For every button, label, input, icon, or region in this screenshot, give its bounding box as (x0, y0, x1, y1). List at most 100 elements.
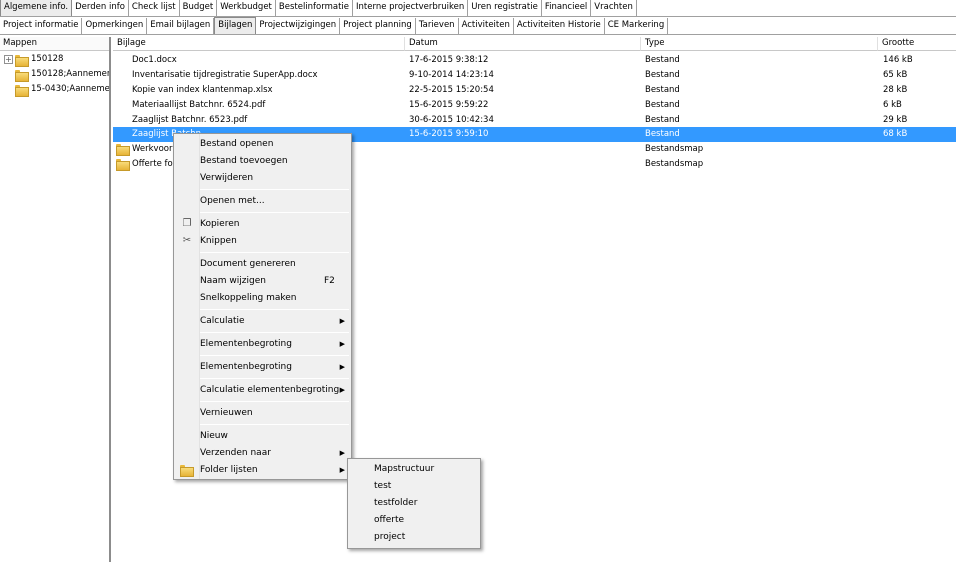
menu-item-openen-met[interactable]: Openen met... (176, 193, 349, 210)
tree-item[interactable]: 150128;Aannemersb (15, 68, 111, 82)
file-type: Bestand (645, 129, 680, 139)
tab-interne-projectverbruiken[interactable]: Interne projectverbruiken (353, 0, 469, 16)
menu-item-folder-lijsten[interactable]: Folder lijsten ▶ (176, 462, 349, 479)
menu-item-calculatie-elementenbegroting[interactable]: Calculatie elementenbegroting ▶ (176, 382, 349, 399)
submenu-arrow-icon: ▶ (339, 340, 345, 348)
folder-icon (15, 54, 29, 67)
tab-uren-registratie[interactable]: Uren registratie (468, 0, 542, 16)
file-type: Bestand (645, 55, 680, 65)
menu-item-calculatie[interactable]: Calculatie ▶ (176, 313, 349, 330)
file-size: 6 kB (883, 100, 902, 110)
menu-item-vernieuwen[interactable]: Vernieuwen (176, 405, 349, 422)
menu-item-verzenden-naar[interactable]: Verzenden naar ▶ (176, 445, 349, 462)
table-row[interactable]: Kopie van index klantenmap.xlsx 22-5-201… (113, 83, 956, 98)
file-date: 15-6-2015 9:59:10 (409, 129, 489, 139)
table-row[interactable]: Materiaallijst Batchnr. 6524.pdf 15-6-20… (113, 98, 956, 113)
menu-item-knippen[interactable]: ✂ Knippen (176, 233, 349, 250)
file-type: Bestand (645, 115, 680, 125)
menu-item-nieuw[interactable]: Nieuw (176, 428, 349, 445)
file-name: Materiaallijst Batchnr. 6524.pdf (132, 100, 266, 110)
file-date: 22-5-2015 15:20:54 (409, 85, 494, 95)
tab-activiteiten-historie[interactable]: Activiteiten Historie (514, 18, 605, 34)
file-type: Bestand (645, 70, 680, 80)
tab-bijlagen[interactable]: Bijlagen (214, 17, 257, 34)
scissors-icon: ✂ (182, 235, 192, 246)
menu-item-elementenbegroting-2[interactable]: Elementenbegroting ▶ (176, 359, 349, 376)
tab-ce-markering[interactable]: CE Markering (605, 18, 669, 34)
file-size: 68 kB (883, 129, 908, 139)
file-name: Inventarisatie tijdregistratie SuperApp.… (132, 70, 318, 80)
tab-derden-info[interactable]: Derden info (72, 0, 129, 16)
folder-lists-submenu: Mapstructuur test testfolder offerte pro… (347, 458, 481, 549)
tab-project-planning[interactable]: Project planning (340, 18, 416, 34)
expand-icon[interactable]: + (4, 55, 13, 64)
tab-bestelinformatie[interactable]: Bestelinformatie (276, 0, 354, 16)
tree-item-label: 150128;Aannemersb (31, 69, 111, 79)
menu-separator (200, 189, 349, 190)
tab-projectwijzigingen[interactable]: Projectwijzigingen (256, 18, 341, 34)
menu-item-naam-wijzigen[interactable]: Naam wijzigen F2 (176, 273, 349, 290)
file-size: 29 kB (883, 115, 908, 125)
file-type: Bestand (645, 85, 680, 95)
tab-email-bijlagen[interactable]: Email bijlagen (147, 18, 215, 34)
table-row[interactable]: Zaaglijst Batchnr. 6523.pdf 30-6-2015 10… (113, 113, 956, 128)
menu-separator (200, 309, 349, 310)
tab-algemene-info[interactable]: Algemene info. (0, 0, 73, 16)
tab-vrachten[interactable]: Vrachten (591, 0, 637, 16)
file-date: 17-6-2015 9:38:12 (409, 55, 489, 65)
tab-werkbudget[interactable]: Werkbudget (217, 0, 276, 16)
copy-icon: ❐ (182, 218, 192, 229)
file-type: Bestand (645, 100, 680, 110)
menu-item-elementenbegroting[interactable]: Elementenbegroting ▶ (176, 336, 349, 353)
file-size: 28 kB (883, 85, 908, 95)
submenu-arrow-icon: ▶ (339, 317, 345, 325)
tab-project-informatie[interactable]: Project informatie (0, 18, 83, 34)
folder-icon (15, 84, 29, 97)
file-name: Offerte fol (132, 159, 176, 169)
table-row[interactable]: Doc1.docx 17-6-2015 9:38:12 Bestand 146 … (113, 53, 956, 68)
menu-item-kopieren[interactable]: ❐ Kopieren (176, 216, 349, 233)
folder-icon (116, 144, 130, 156)
menu-separator (200, 212, 349, 213)
column-header-type[interactable]: Type (641, 37, 878, 51)
file-date: 9-10-2014 14:23:14 (409, 70, 494, 80)
tab-check-lijst[interactable]: Check lijst (129, 0, 180, 16)
submenu-item-project[interactable]: project (374, 529, 405, 546)
file-date: 30-6-2015 10:42:34 (409, 115, 494, 125)
submenu-item-offerte[interactable]: offerte (374, 512, 404, 529)
column-header-grootte[interactable]: Grootte (878, 37, 956, 51)
column-header-datum[interactable]: Datum (405, 37, 641, 51)
tab-financieel[interactable]: Financieel (542, 0, 592, 16)
tree-item-label: 15-0430;Aannemers (31, 84, 111, 94)
tab-opmerkingen[interactable]: Opmerkingen (82, 18, 148, 34)
menu-item-verwijderen[interactable]: Verwijderen (176, 170, 349, 187)
tab-budget[interactable]: Budget (180, 0, 218, 16)
menu-item-snelkoppeling-maken[interactable]: Snelkoppeling maken (176, 290, 349, 307)
tab-tarieven[interactable]: Tarieven (416, 18, 459, 34)
tree-item[interactable]: 15-0430;Aannemers (15, 83, 111, 97)
menu-separator (200, 332, 349, 333)
submenu-arrow-icon: ▶ (339, 363, 345, 371)
submenu-arrow-icon: ▶ (339, 466, 345, 474)
folder-icon (180, 465, 194, 477)
tree-item[interactable]: + 150128 (4, 53, 63, 67)
file-size: 65 kB (883, 70, 908, 80)
submenu-item-testfolder[interactable]: testfolder (374, 495, 417, 512)
menu-item-document-genereren[interactable]: Document genereren (176, 256, 349, 273)
file-name: Kopie van index klantenmap.xlsx (132, 85, 273, 95)
column-header-bijlage[interactable]: Bijlage (113, 37, 405, 51)
submenu-item-test[interactable]: test (374, 478, 391, 495)
tab-activiteiten[interactable]: Activiteiten (459, 18, 514, 34)
folder-icon (116, 159, 130, 171)
submenu-item-mapstructuur[interactable]: Mapstructuur (374, 461, 434, 478)
shortcut-label: F2 (324, 276, 335, 286)
file-name: Zaaglijst Batchnr. 6523.pdf (132, 115, 248, 125)
sub-tab-bar: Project informatie Opmerkingen Email bij… (0, 17, 956, 35)
folder-icon (15, 69, 29, 82)
table-row[interactable]: Inventarisatie tijdregistratie SuperApp.… (113, 68, 956, 83)
menu-item-bestand-openen[interactable]: Bestand openen (176, 136, 349, 153)
menu-separator (200, 252, 349, 253)
menu-item-bestand-toevoegen[interactable]: Bestand toevoegen (176, 153, 349, 170)
submenu-arrow-icon: ▶ (339, 386, 345, 394)
menu-separator (200, 424, 349, 425)
